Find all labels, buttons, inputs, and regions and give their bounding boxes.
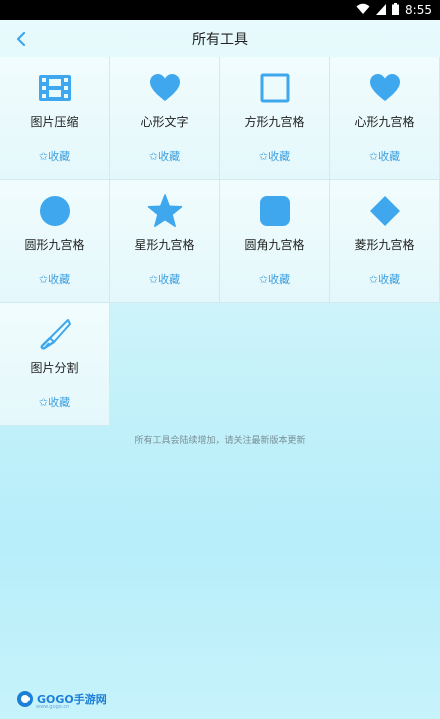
tool-image-compress[interactable]: 图片压缩 ✩收藏 bbox=[0, 57, 110, 180]
favorite-button[interactable]: ✩收藏 bbox=[220, 148, 329, 164]
gogo-watermark-logo: GOGO手游网 www.gogo.cn bbox=[16, 688, 107, 710]
tool-label: 圆形九宫格 bbox=[24, 238, 85, 252]
knife-icon bbox=[0, 317, 109, 351]
favorite-button[interactable]: ✩收藏 bbox=[110, 148, 219, 164]
tool-circle-grid[interactable]: 圆形九宫格 ✩收藏 bbox=[0, 180, 110, 303]
tool-image-split[interactable]: 图片分割 ✩收藏 bbox=[0, 303, 110, 426]
signal-icon bbox=[376, 3, 387, 18]
tool-label: 圆角九宫格 bbox=[244, 238, 305, 252]
tool-label: 菱形九宫格 bbox=[354, 238, 415, 252]
wifi-icon bbox=[356, 3, 370, 18]
tool-label: 图片压缩 bbox=[30, 115, 79, 129]
star-icon bbox=[110, 194, 219, 228]
square-outline-icon bbox=[220, 71, 329, 105]
watermark-site: www.gogo.cn bbox=[36, 704, 70, 710]
tool-label: 图片分割 bbox=[30, 361, 79, 375]
diamond-icon bbox=[330, 194, 439, 228]
tool-label: 心形文字 bbox=[140, 115, 189, 129]
favorite-button[interactable]: ✩收藏 bbox=[330, 271, 439, 287]
battery-icon bbox=[392, 2, 400, 18]
gogo-logo-icon bbox=[17, 691, 33, 707]
status-bar: 8:55 bbox=[0, 0, 440, 20]
tool-star-grid[interactable]: 星形九宫格 ✩收藏 bbox=[110, 180, 220, 303]
rounded-square-icon bbox=[220, 194, 329, 228]
tool-heart-text[interactable]: 心形文字 ✩收藏 bbox=[110, 57, 220, 180]
tool-square-grid[interactable]: 方形九宫格 ✩收藏 bbox=[220, 57, 330, 180]
page-title: 所有工具 bbox=[192, 32, 248, 48]
favorite-button[interactable]: ✩收藏 bbox=[330, 148, 439, 164]
update-notice: 所有工具会陆续增加，请关注最新版本更新 bbox=[134, 436, 306, 446]
back-button[interactable] bbox=[8, 26, 34, 52]
tool-grid: 图片压缩 ✩收藏 心形文字 ✩收藏 方形九宫格 ✩收藏 心形九宫格 ✩收藏 圆形… bbox=[0, 57, 440, 426]
favorite-button[interactable]: ✩收藏 bbox=[0, 148, 109, 164]
status-time: 8:55 bbox=[405, 3, 432, 17]
tool-label: 心形九宫格 bbox=[354, 115, 415, 129]
favorite-button[interactable]: ✩收藏 bbox=[110, 271, 219, 287]
chevron-left-icon bbox=[16, 32, 26, 46]
tool-diamond-grid[interactable]: 菱形九宫格 ✩收藏 bbox=[330, 180, 440, 303]
tool-rounded-grid[interactable]: 圆角九宫格 ✩收藏 bbox=[220, 180, 330, 303]
tool-label: 星形九宫格 bbox=[134, 238, 195, 252]
tool-label: 方形九宫格 bbox=[244, 115, 305, 129]
favorite-button[interactable]: ✩收藏 bbox=[0, 394, 109, 410]
heart-icon bbox=[110, 71, 219, 105]
favorite-button[interactable]: ✩收藏 bbox=[0, 271, 109, 287]
favorite-button[interactable]: ✩收藏 bbox=[220, 271, 329, 287]
circle-icon bbox=[0, 194, 109, 228]
tool-heart-grid[interactable]: 心形九宫格 ✩收藏 bbox=[330, 57, 440, 180]
heart-icon bbox=[330, 71, 439, 105]
app-bar: 所有工具 bbox=[0, 20, 440, 58]
film-compress-icon bbox=[0, 71, 109, 105]
